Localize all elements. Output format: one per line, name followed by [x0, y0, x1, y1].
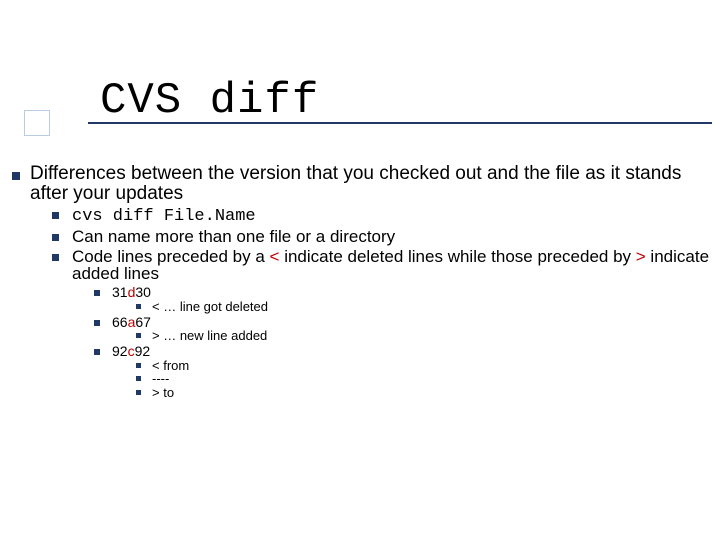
bullet-icon [136, 376, 141, 381]
point-multifile: Can name more than one file or a directo… [30, 228, 712, 246]
bullet-icon [52, 254, 59, 261]
explain-text: Code lines preceded by a < indicate dele… [72, 247, 709, 284]
slide: CVS diff Differences between the version… [0, 0, 720, 540]
body: Differences between the version that you… [0, 156, 720, 400]
ex3-label: 92c92 [112, 343, 150, 359]
bullet-icon [52, 212, 59, 219]
bullet-icon [136, 333, 141, 338]
point-explain: Code lines preceded by a < indicate dele… [30, 248, 712, 400]
example-change-from: < from [112, 359, 712, 373]
slide-title: CVS diff [100, 76, 319, 126]
point-intro: Differences between the version that you… [6, 164, 712, 400]
bullet-icon [94, 349, 100, 355]
example-change: 92c92 < from ---- [72, 344, 712, 400]
example-delete-line: < … line got deleted [112, 300, 712, 314]
command-text: cvs diff File.Name [72, 207, 256, 226]
bullet-icon [136, 363, 141, 368]
bullet-icon [136, 304, 141, 309]
point-command: cvs diff File.Name [30, 206, 712, 226]
example-add-line: > … new line added [112, 329, 712, 343]
bullet-icon [136, 390, 141, 395]
bullet-icon [94, 290, 100, 296]
ex1-note: < … line got deleted [152, 299, 268, 314]
multifile-text: Can name more than one file or a directo… [72, 227, 395, 246]
ex2-note: > … new line added [152, 328, 267, 343]
title-area: CVS diff [0, 0, 720, 156]
ex3-l3: > to [152, 385, 174, 400]
bullet-icon [94, 320, 100, 326]
example-delete: 31d30 < … line got deleted [72, 285, 712, 313]
intro-text: Differences between the version that you… [30, 163, 681, 204]
ex2-label: 66a67 [112, 314, 151, 330]
bullet-icon [12, 172, 20, 180]
example-add: 66a67 > … new line added [72, 315, 712, 343]
example-change-sep: ---- [112, 372, 712, 386]
bullet-icon [52, 234, 59, 241]
example-change-to: > to [112, 386, 712, 400]
ex1-label: 31d30 [112, 284, 151, 300]
